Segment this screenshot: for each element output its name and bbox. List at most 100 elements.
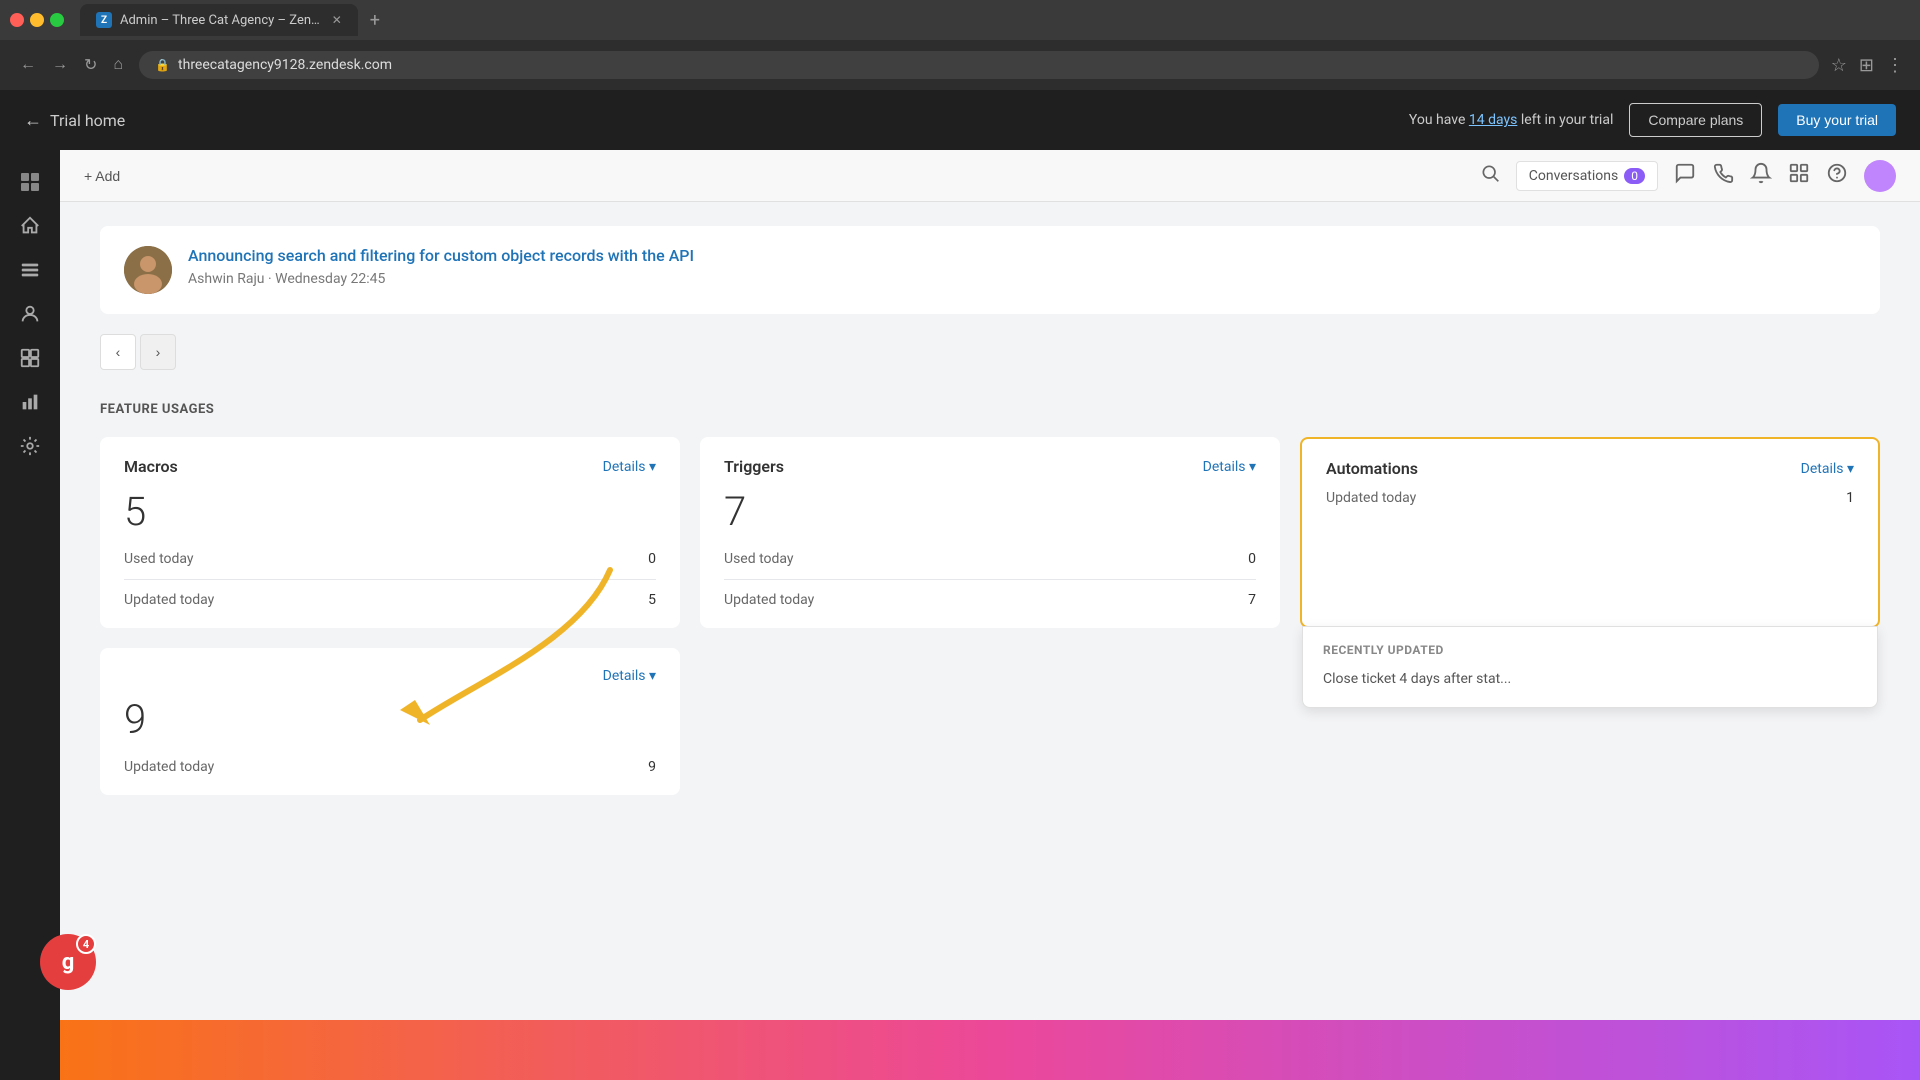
next-page-button[interactable]: › [140,334,176,370]
gsuite-badge-container: g 4 [60,934,96,990]
sidebar-item-logo[interactable] [10,162,50,202]
buy-trial-button[interactable]: Buy your trial [1778,104,1896,136]
views-stats: Updated today 9 [124,759,656,775]
phone-icon[interactable] [1712,162,1734,189]
announcement-author: Ashwin Raju [188,271,265,287]
star-icon[interactable]: ☆ [1831,55,1847,76]
close-traffic-light[interactable] [10,13,24,27]
compare-plans-button[interactable]: Compare plans [1629,103,1762,137]
help-icon[interactable] [1826,162,1848,189]
automations-title: Automations [1326,459,1418,478]
grid-icon[interactable] [1788,162,1810,189]
trial-notice: You have 14 days left in your trial [1409,112,1613,128]
views-card-header: Details ▾ [124,668,656,684]
triggers-divider [724,579,1256,580]
forward-button[interactable]: → [48,52,72,78]
tab-title: Admin – Three Cat Agency – Zen… [120,13,320,28]
triggers-updated-today: Updated today 7 [724,592,1256,608]
conversations-button[interactable]: Conversations 0 [1516,161,1658,191]
main-content: Announcing search and filtering for cust… [60,202,1920,1020]
sidebar-item-contacts[interactable] [10,294,50,334]
back-arrow-icon: ← [24,110,42,131]
automations-updated-today-label: Updated today [1326,490,1416,506]
macros-divider [124,579,656,580]
back-button[interactable]: ← [16,52,40,78]
automations-details-link[interactable]: Details ▾ [1801,461,1854,477]
gsuite-count: 4 [76,934,96,954]
sidebar-item-settings[interactable] [10,426,50,466]
macros-count: 5 [124,488,656,535]
triggers-details-link[interactable]: Details ▾ [1203,459,1256,475]
fullscreen-traffic-light[interactable] [50,13,64,27]
security-lock-icon: 🔒 [155,58,170,72]
macros-used-today-value: 0 [648,551,656,567]
trial-home-link[interactable]: ← Trial home [24,110,125,131]
bell-icon[interactable] [1750,162,1772,189]
triggers-title: Triggers [724,457,784,476]
menu-icon[interactable]: ⋮ [1886,55,1904,76]
recently-updated-title: RECENTLY UPDATED [1323,643,1857,657]
top-nav-right: You have 14 days left in your trial Comp… [1409,103,1896,137]
trial-days-link[interactable]: 14 days [1469,112,1517,128]
minimize-traffic-light[interactable] [30,13,44,27]
reload-button[interactable]: ↻ [80,51,101,79]
conversations-count: 0 [1624,168,1645,184]
macros-card-header: Macros Details ▾ [124,457,656,476]
browser-address-bar: ← → ↻ ⌂ 🔒 threecatagency9128.zendesk.com… [0,40,1920,90]
macros-used-today-label: Used today [124,551,194,567]
search-button[interactable] [1480,163,1500,189]
triggers-updated-today-label: Updated today [724,592,814,608]
views-details-link[interactable]: Details ▾ [603,668,656,684]
extensions-icon[interactable]: ⊞ [1859,55,1874,76]
pagination: ‹ › [100,334,1880,370]
sidebar-item-reports[interactable] [10,338,50,378]
sidebar-item-tickets[interactable] [10,250,50,290]
url-text: threecatagency9128.zendesk.com [178,57,392,73]
announcement-card: Announcing search and filtering for cust… [100,226,1880,314]
views-updated-today-value: 9 [648,759,656,775]
announcement-title[interactable]: Announcing search and filtering for cust… [188,246,1856,265]
views-updated-today: Updated today 9 [124,759,656,775]
triggers-used-today: Used today 0 [724,551,1256,567]
views-count: 9 [124,696,656,743]
feature-usages-title: FEATURE USAGES [100,402,1880,417]
content-wrapper: + Add Conversations 0 [60,150,1920,1080]
content-inner: Announcing search and filtering for cust… [60,202,1920,819]
active-tab[interactable]: Z Admin – Three Cat Agency – Zen… ✕ [80,4,358,36]
triggers-used-today-value: 0 [1248,551,1256,567]
triggers-stats: Used today 0 Updated today 7 [724,551,1256,608]
macros-updated-today-label: Updated today [124,592,214,608]
usage-cards: Macros Details ▾ 5 Used today 0 [100,437,1880,628]
tab-favicon: Z [96,12,112,28]
views-updated-today-label: Updated today [124,759,214,775]
browser-chrome: Z Admin – Three Cat Agency – Zen… ✕ + ← … [0,0,1920,90]
automations-stats-top: Updated today 1 [1326,490,1854,506]
macros-details-link[interactable]: Details ▾ [603,459,656,475]
sidebar-item-home[interactable] [10,206,50,246]
macros-updated-today: Updated today 5 [124,592,656,608]
traffic-lights [10,13,64,27]
bottom-gradient [60,1020,1920,1080]
home-button[interactable]: ⌂ [109,52,127,78]
sidebar-item-analytics[interactable] [10,382,50,422]
app-container: ← Trial home You have 14 days left in yo… [0,90,1920,1080]
macros-stats: Used today 0 Updated today 5 [124,551,656,608]
user-avatar[interactable] [1864,160,1896,192]
automation-item[interactable]: Close ticket 4 days after stat... [1323,667,1857,691]
announcement-meta: Ashwin Raju · Wednesday 22:45 [188,271,1856,287]
address-bar[interactable]: 🔒 threecatagency9128.zendesk.com [139,51,1819,79]
macros-title: Macros [124,457,178,476]
nav-buttons: ← → ↻ ⌂ [16,51,127,79]
chat-icon[interactable] [1674,162,1696,189]
triggers-updated-today-value: 7 [1248,592,1256,608]
top-nav: ← Trial home You have 14 days left in yo… [0,90,1920,150]
trial-home-text: Trial home [50,111,125,130]
triggers-count: 7 [724,488,1256,535]
prev-page-button[interactable]: ‹ [100,334,136,370]
new-tab-button[interactable]: + [370,10,380,31]
tab-close-button[interactable]: ✕ [332,13,342,27]
macros-used-today: Used today 0 [124,551,656,567]
top-nav-left: ← Trial home [24,110,125,131]
add-button[interactable]: + Add [84,168,120,184]
gsuite-badge[interactable]: g 4 [60,934,96,990]
